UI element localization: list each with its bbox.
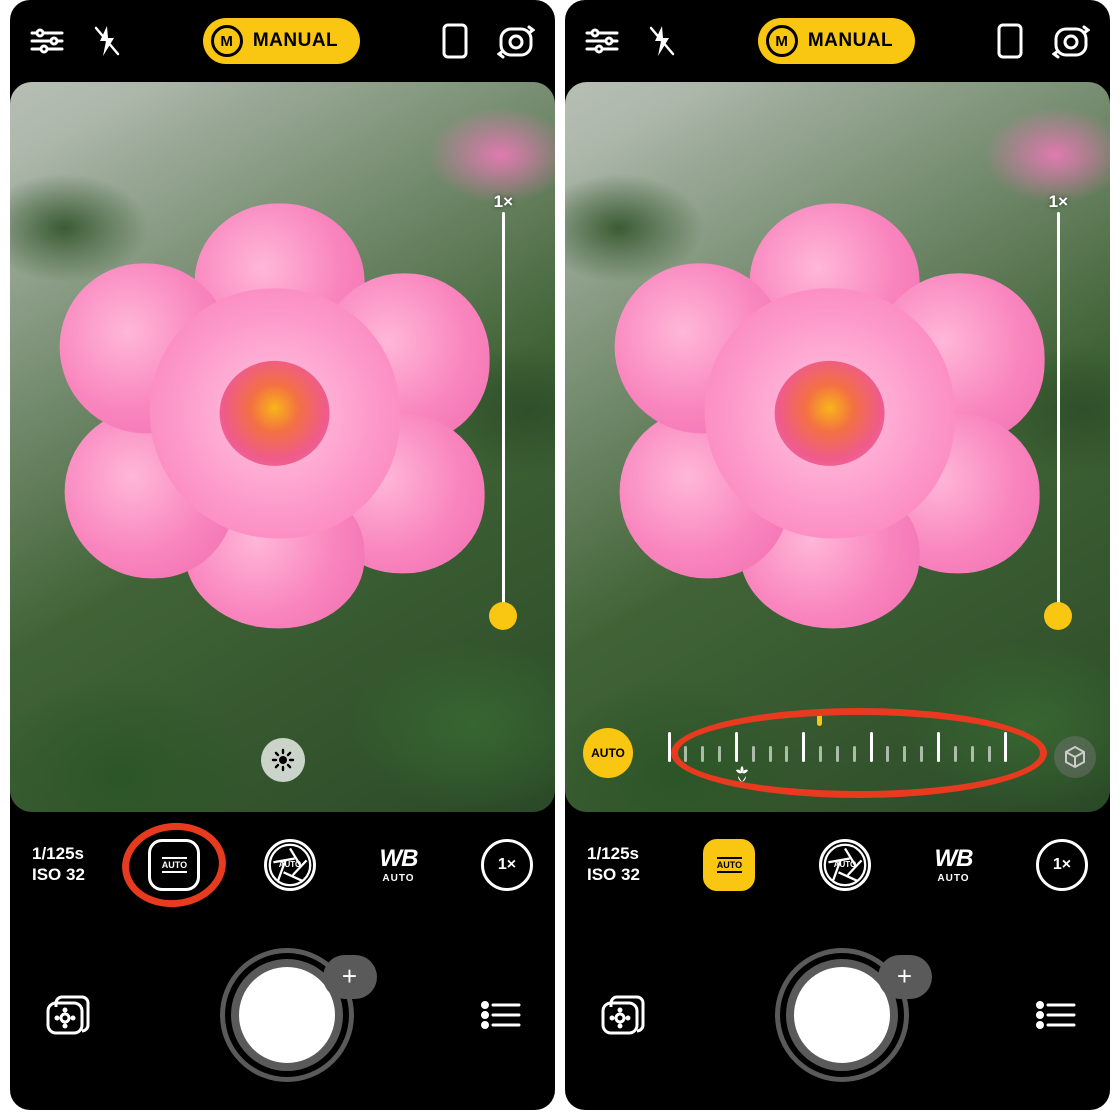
gallery-button[interactable] [44,993,92,1037]
brightness-button[interactable] [261,738,305,782]
wb-label: WB [934,845,972,873]
controls-row: 1/125s ISO 32 AUTO AUTO WB AUTO 1× [565,812,1110,917]
shutter-speed-label: 1/125s [587,844,640,864]
zoom-indicator: 1× [1049,192,1068,212]
focus-control-button[interactable]: AUTO [703,839,755,891]
zoom-control-button[interactable]: 1× [1036,839,1088,891]
shutter-group: + [231,959,343,1071]
focus-auto-chip[interactable]: AUTO [583,728,633,778]
ar-cube-button[interactable] [1054,736,1096,778]
mode-button[interactable]: M MANUAL [758,18,915,64]
top-bar: M MANUAL [565,0,1110,82]
wb-sub-label: AUTO [382,873,414,884]
shutter-group: + [786,959,898,1071]
white-balance-button[interactable]: WB AUTO [934,845,972,884]
bottom-row: + [565,917,1110,1110]
flower-subject [64,203,484,623]
flash-off-icon[interactable] [92,24,122,58]
device-orientation-icon[interactable] [996,22,1024,60]
white-balance-button[interactable]: WB AUTO [379,845,417,884]
shutter-plus-button[interactable]: + [323,955,377,999]
exposure-readout: 1/125s ISO 32 [32,844,85,885]
zoom-slider-track[interactable] [502,212,505,612]
annotation-circle [671,708,1047,798]
gallery-button[interactable] [599,993,647,1037]
viewfinder[interactable]: 1× [10,82,555,812]
phone-screenshot-left: M MANUAL 1× [10,0,555,1110]
annotation-circle [118,817,230,911]
bottom-row: + [10,917,555,1110]
viewfinder[interactable]: 1× AUTO [565,82,1110,812]
device-orientation-icon[interactable] [441,22,469,60]
shutter-plus-button[interactable]: + [878,955,932,999]
zoom-slider-track[interactable] [1057,212,1060,612]
phone-screenshot-right: M MANUAL 1× AUTO [565,0,1110,1110]
aperture-control-button[interactable]: AUTO [264,839,316,891]
zoom-slider-handle[interactable] [489,602,517,630]
flower-subject [619,203,1039,623]
wb-label: WB [379,845,417,873]
zoom-control-button[interactable]: 1× [481,839,533,891]
shutter-speed-label: 1/125s [32,844,85,864]
mode-badge: M [766,25,798,57]
settings-sliders-icon[interactable] [585,27,619,55]
wb-sub-label: AUTO [937,873,969,884]
switch-camera-icon[interactable] [1052,23,1090,59]
mode-badge: M [211,25,243,57]
mode-label: MANUAL [253,30,338,52]
top-bar: M MANUAL [10,0,555,82]
flash-off-icon[interactable] [647,24,677,58]
mode-label: MANUAL [808,30,893,52]
zoom-slider-handle[interactable] [1044,602,1072,630]
switch-camera-icon[interactable] [497,23,535,59]
zoom-indicator: 1× [494,192,513,212]
controls-row: 1/125s ISO 32 AUTO AUTO WB AUTO 1× [10,812,555,917]
iso-label: ISO 32 [32,865,85,885]
exposure-readout: 1/125s ISO 32 [587,844,640,885]
menu-list-icon[interactable] [1036,1000,1076,1030]
mode-button[interactable]: M MANUAL [203,18,360,64]
aperture-control-button[interactable]: AUTO [819,839,871,891]
settings-sliders-icon[interactable] [30,27,64,55]
menu-list-icon[interactable] [481,1000,521,1030]
iso-label: ISO 32 [587,865,640,885]
